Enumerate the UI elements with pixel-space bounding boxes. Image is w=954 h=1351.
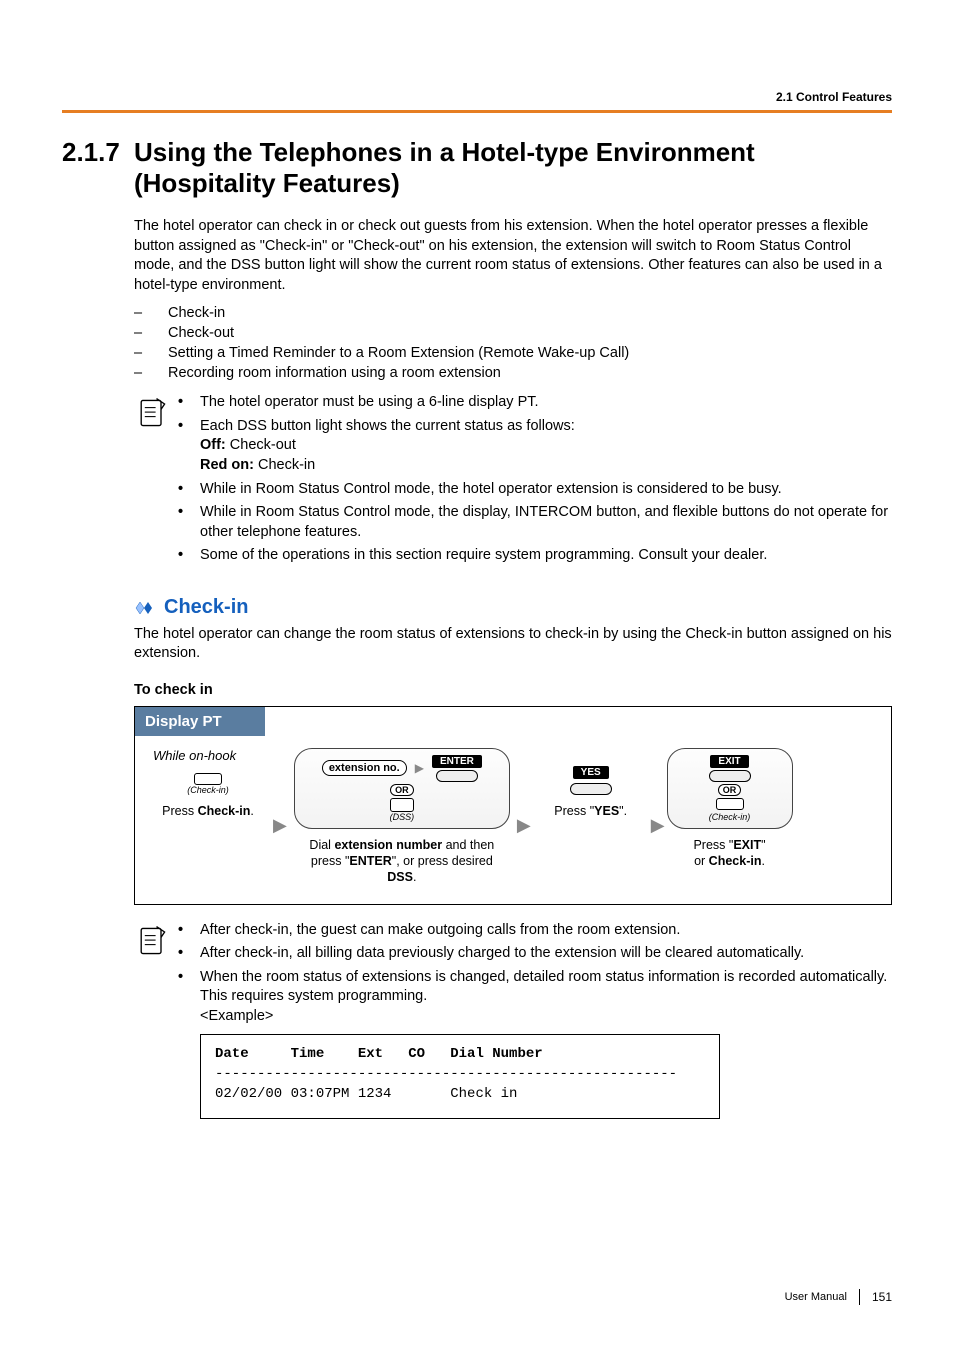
section-title: Using the Telephones in a Hotel-type Env… (134, 137, 892, 199)
dss-sublabel: (DSS) (390, 812, 415, 822)
note-item: Each DSS button light shows the current … (178, 415, 892, 478)
header-breadcrumb: 2.1 Control Features (62, 90, 892, 104)
step2-caption: Dial extension number and then press "EN… (297, 837, 507, 886)
softkey-icon (436, 770, 478, 782)
intro-paragraph: The hotel operator can check in or check… (134, 217, 892, 295)
note-item: When the room status of extensions is ch… (178, 966, 892, 1029)
step4-caption: Press "EXIT"or Check-in. (693, 837, 765, 870)
checkin-heading: Check-in (164, 596, 248, 619)
note-item: Some of the operations in this section r… (178, 544, 892, 568)
flex-button-icon (716, 798, 744, 810)
ext-no-pill: extension no. (322, 760, 407, 776)
step1-caption: Press Check-in. (162, 803, 254, 819)
checkin-sublabel: (Check-in) (187, 785, 229, 795)
exit-button-graphic: EXIT (710, 755, 748, 768)
or-label: OR (390, 784, 414, 796)
header-rule (62, 110, 892, 113)
softkey-icon (570, 783, 612, 795)
softkey-icon (709, 770, 751, 782)
note-item: The hotel operator must be using a 6-lin… (178, 391, 892, 415)
procedure-diagram: Display PT While on-hook (Check-in) Pres… (134, 706, 892, 905)
arrow-icon: ▶ (651, 797, 665, 836)
footer-separator (859, 1289, 860, 1305)
step3-caption: Press "YES". (554, 803, 627, 819)
diagram-title: Display PT (135, 707, 265, 736)
note-item: While in Room Status Control mode, the h… (178, 478, 892, 502)
feature-item: Recording room information using a room … (134, 363, 892, 383)
to-check-in-heading: To check in (134, 682, 892, 698)
enter-button-graphic: ENTER (432, 755, 482, 768)
note-item: After check-in, all billing data previou… (178, 942, 892, 966)
note-icon (134, 391, 178, 568)
arrow-icon: ▶ (273, 797, 287, 836)
feature-item: Check-out (134, 323, 892, 343)
page-number: 151 (872, 1290, 892, 1304)
example-output-box: Date Time Ext CO Dial Number -----------… (200, 1034, 720, 1119)
checkin-desc: The hotel operator can change the room s… (134, 625, 892, 664)
while-on-hook-label: While on-hook (153, 748, 236, 763)
checkin-sublabel: (Check-in) (709, 812, 751, 822)
note-item: After check-in, the guest can make outgo… (178, 919, 892, 943)
note-item: While in Room Status Control mode, the d… (178, 501, 892, 544)
or-label: OR (718, 784, 742, 796)
footer-manual-label: User Manual (785, 1291, 847, 1303)
section-number: 2.1.7 (62, 137, 134, 199)
feature-item: Setting a Timed Reminder to a Room Exten… (134, 343, 892, 363)
note-icon (134, 919, 178, 1029)
arrow-icon: ▶ (517, 797, 531, 836)
yes-button-graphic: YES (573, 766, 609, 779)
flex-button-icon (194, 773, 222, 785)
dss-button-icon (390, 798, 414, 812)
feature-item: Check-in (134, 303, 892, 323)
diamond-icon (134, 599, 156, 615)
